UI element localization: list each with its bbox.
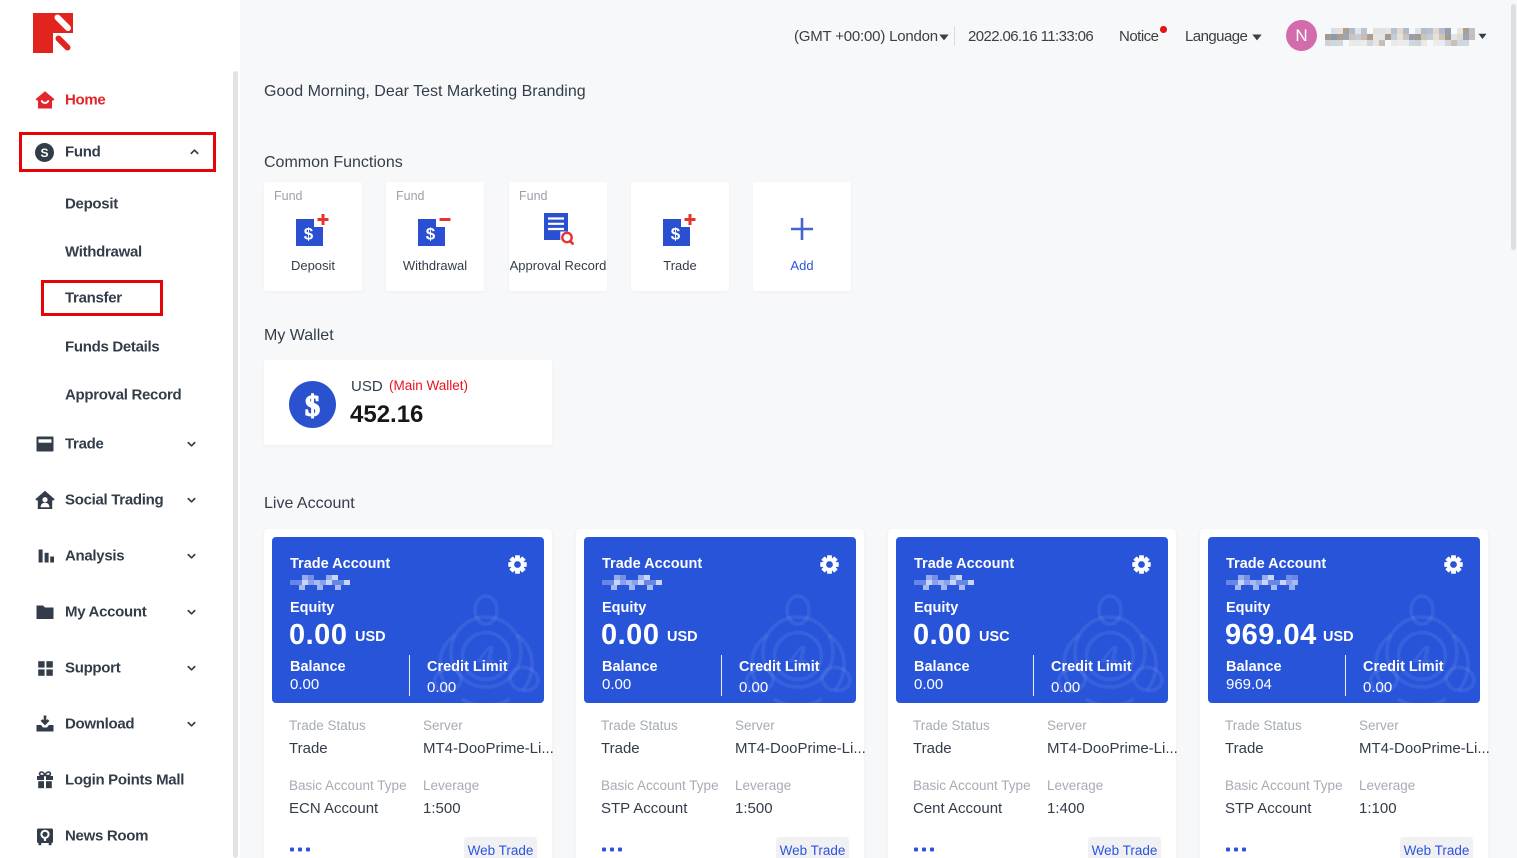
svg-text:$: $ xyxy=(305,390,320,423)
svg-text:S: S xyxy=(40,146,48,160)
